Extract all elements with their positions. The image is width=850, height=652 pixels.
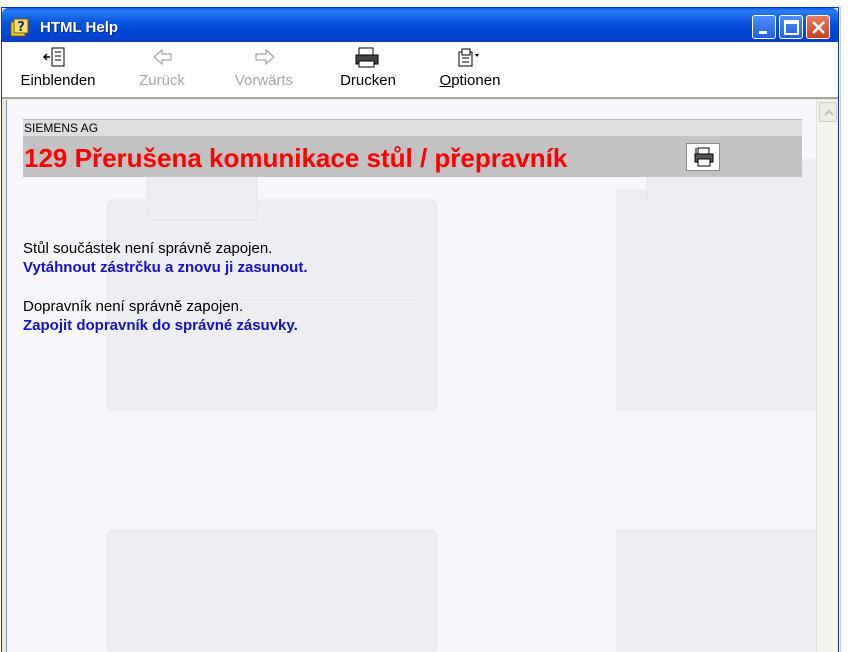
minimize-icon xyxy=(759,31,767,34)
back-label: Zurück xyxy=(139,72,185,89)
show-label: Einblenden xyxy=(20,72,96,89)
back-arrow-icon xyxy=(132,46,192,72)
close-button[interactable] xyxy=(806,15,830,39)
remedy-text-2: Zapojit dopravník do správné zásuvky. xyxy=(23,317,298,334)
remedy-text-1: Vytáhnout zástrčku a znovu ji zasunout. xyxy=(23,259,308,276)
company-name: SIEMENS AG xyxy=(23,120,802,136)
forward-label: Vorwärts xyxy=(234,72,294,89)
options-icon xyxy=(432,46,508,72)
title-bar[interactable]: ? HTML Help xyxy=(2,8,838,42)
minimize-button[interactable] xyxy=(752,15,776,39)
show-navigation-icon xyxy=(12,46,104,72)
background-window-edge xyxy=(840,7,850,652)
scroll-up-button[interactable] xyxy=(819,102,837,122)
cause-text-2: Dopravník není správně zapojen. xyxy=(23,298,244,315)
printer-icon xyxy=(694,147,714,167)
help-window: ? HTML Help Einblenden Zurück Vorwärts D… xyxy=(1,7,839,652)
chevron-up-icon xyxy=(824,109,834,116)
error-title: 129 Přerušena komunikace stůl / přepravn… xyxy=(24,143,568,173)
print-topic-button[interactable] xyxy=(686,143,720,171)
print-button[interactable]: Drucken xyxy=(332,46,404,96)
toolbar: Einblenden Zurück Vorwärts Drucken Optio… xyxy=(2,42,838,99)
maximize-button[interactable] xyxy=(779,15,803,39)
show-button[interactable]: Einblenden xyxy=(12,46,104,96)
back-button[interactable]: Zurück xyxy=(132,46,192,96)
print-label: Drucken xyxy=(340,72,396,89)
printer-icon xyxy=(332,46,404,72)
cause-text-1: Stůl součástek není správně zapojen. xyxy=(23,240,273,257)
options-label: Optionen xyxy=(439,72,501,89)
window-title: HTML Help xyxy=(40,19,119,36)
forward-arrow-icon xyxy=(224,46,304,72)
help-question-icon: ? xyxy=(10,16,32,38)
close-icon xyxy=(812,21,825,34)
topic-content: SIEMENS AG 129 Přerušena komunikace stůl… xyxy=(6,100,816,652)
maximize-icon xyxy=(784,20,799,35)
forward-button[interactable]: Vorwärts xyxy=(224,46,304,96)
options-button[interactable]: Optionen xyxy=(432,46,508,96)
vertical-scrollbar[interactable] xyxy=(816,100,838,652)
background-watermark xyxy=(106,159,816,652)
svg-text:?: ? xyxy=(17,20,25,35)
